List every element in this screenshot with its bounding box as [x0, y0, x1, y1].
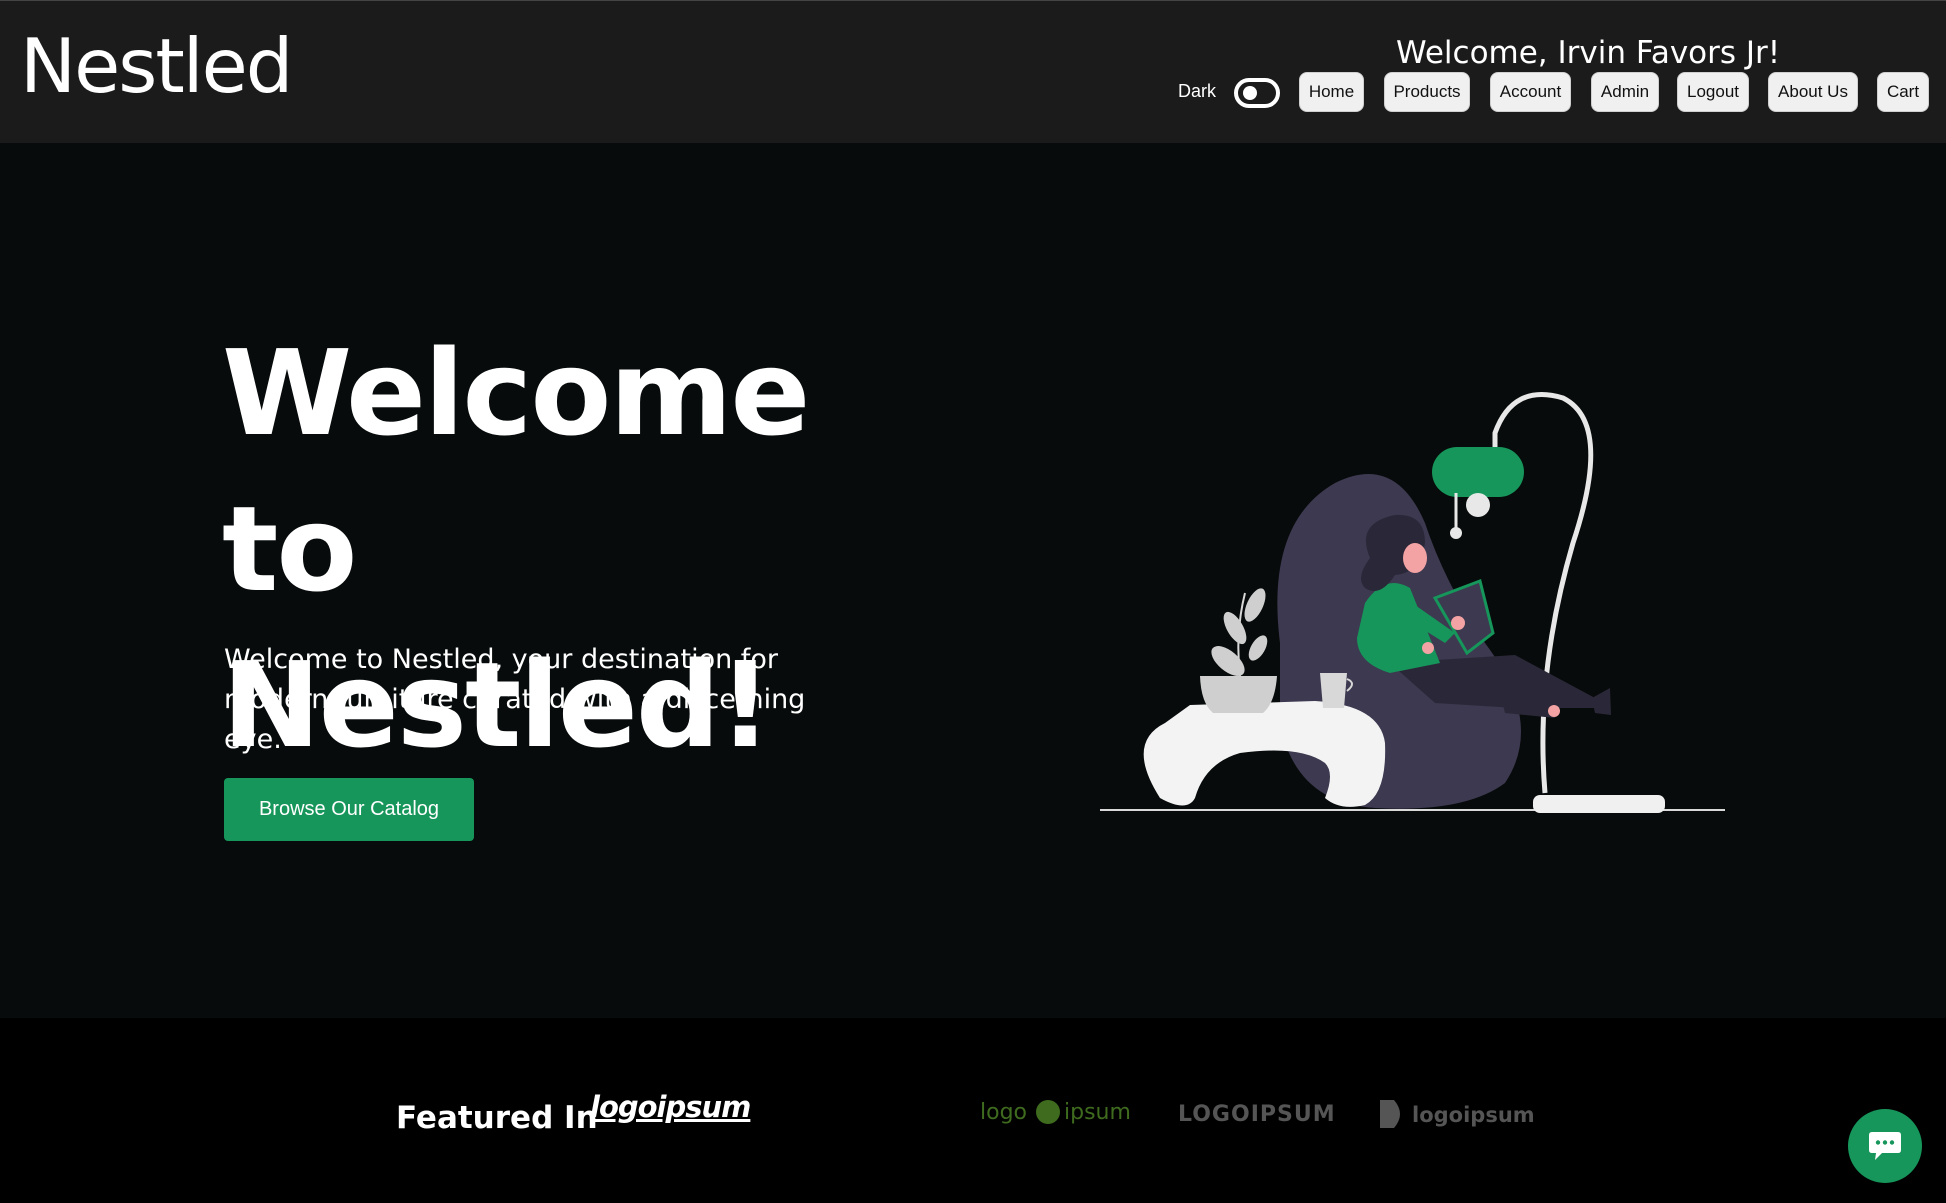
press-logo-2-word-1: logo	[980, 1100, 1027, 1125]
nav-about-button[interactable]: About Us	[1768, 72, 1858, 112]
theme-label: Dark	[1178, 81, 1217, 101]
welcome-user-message: Welcome, Irvin Favors Jr!	[1396, 35, 1781, 71]
chat-bubble-icon	[1869, 1132, 1901, 1160]
featured-in-section: Featured In logoipsum logo ipsum LOGOIPS…	[0, 1018, 1946, 1203]
reading-woman-illustration	[1100, 392, 1725, 813]
press-logo-4-word: logoipsum	[1412, 1103, 1535, 1127]
nav-products-button[interactable]: Products	[1384, 72, 1470, 112]
press-logo-4: logoipsum	[1380, 1100, 1535, 1128]
press-logo-3: LOGOIPSUM	[1178, 1102, 1336, 1127]
featured-label: Featured In	[396, 1100, 598, 1136]
top-navigation-bar: Nestled Welcome, Irvin Favors Jr! Dark H…	[0, 0, 1946, 143]
hero-section: Welcome to Nestled! Welcome to Nestled, …	[0, 143, 1946, 1018]
chat-button[interactable]	[1848, 1109, 1922, 1183]
nav-home-button[interactable]: Home	[1299, 72, 1364, 112]
browse-catalog-button[interactable]: Browse Our Catalog	[224, 778, 474, 841]
toggle-knob-icon	[1243, 86, 1257, 100]
press-logo-1: logoipsum	[590, 1090, 751, 1124]
press-logo-2: logo ipsum	[980, 1100, 1131, 1125]
main-nav: Dark Home Products Account Admin Logout …	[0, 72, 1946, 112]
press-logo-2-word-2: ipsum	[1064, 1100, 1131, 1125]
nav-account-button[interactable]: Account	[1490, 72, 1571, 112]
hero-description: Welcome to Nestled, your destination for…	[224, 644, 806, 755]
theme-toggle[interactable]	[1234, 78, 1280, 108]
hero-title-line-1: Welcome	[222, 324, 810, 462]
bear-icon	[1036, 1100, 1060, 1124]
nav-admin-button[interactable]: Admin	[1591, 72, 1659, 112]
nav-logout-button[interactable]: Logout	[1677, 72, 1749, 112]
nav-cart-button[interactable]: Cart	[1877, 72, 1929, 112]
logo-mark-icon	[1380, 1100, 1400, 1128]
